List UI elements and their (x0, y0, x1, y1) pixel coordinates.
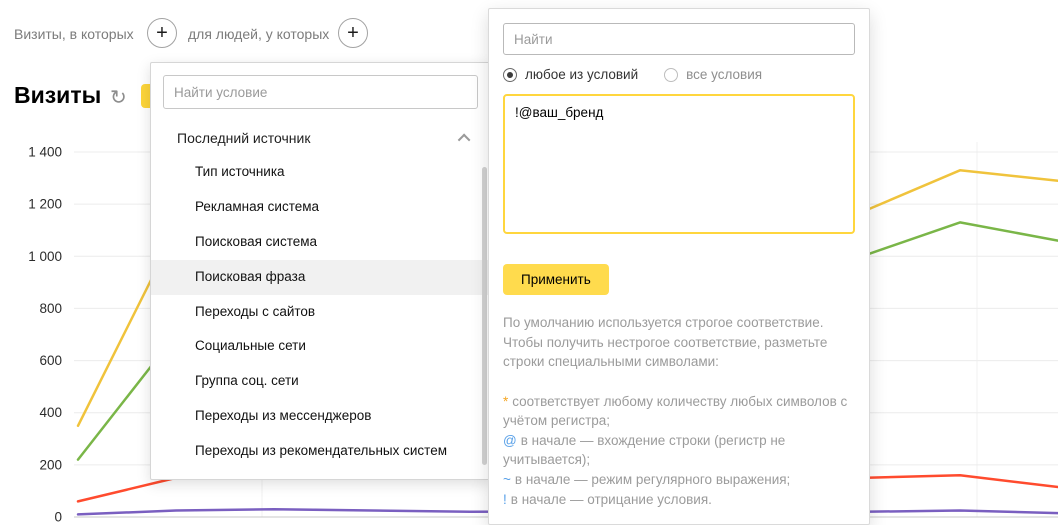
rule-symbol: ~ (503, 472, 511, 487)
rule-symbol: * (503, 394, 508, 409)
plus-icon: + (156, 23, 168, 43)
chevron-up-icon (458, 133, 471, 146)
rule-text: в начале — вхождение строки (регистр не … (503, 433, 785, 468)
y-tick-label: 600 (39, 353, 62, 368)
radio-any-label: любое из условий (525, 67, 638, 82)
radio-all-option[interactable]: все условия (664, 67, 762, 82)
y-tick-label: 1 200 (28, 197, 62, 212)
condition-item[interactable]: Группа соц. сети (151, 364, 490, 399)
visits-filter-label: Визиты, в которых (14, 26, 134, 42)
rule-symbol: @ (503, 433, 517, 448)
apply-button[interactable]: Применить (503, 264, 609, 295)
condition-search-input[interactable] (163, 75, 478, 109)
y-tick-label: 1 000 (28, 249, 62, 264)
condition-value-textarea[interactable] (503, 94, 855, 234)
y-tick-label: 800 (39, 301, 62, 316)
add-visit-condition-button[interactable]: + (147, 18, 177, 48)
rule-line: @в начале — вхождение строки (регистр не… (503, 431, 855, 470)
refresh-icon[interactable]: ↻ (110, 85, 127, 110)
condition-item[interactable]: Поисковая фраза (151, 260, 490, 295)
value-search-input[interactable] (503, 23, 855, 55)
y-tick-label: 0 (54, 510, 62, 525)
page-title: Визиты (14, 82, 101, 109)
plus-icon: + (347, 23, 359, 43)
y-tick-label: 1 400 (28, 145, 62, 160)
condition-item[interactable]: Поисковая система (151, 225, 490, 260)
y-tick-label: 200 (39, 457, 62, 472)
rule-text: соответствует любому количеству любых си… (503, 394, 847, 429)
rule-line: ! в начале — отрицание условия. (503, 490, 855, 510)
rule-line: ~ в начале — режим регулярного выражения; (503, 470, 855, 490)
condition-item[interactable]: Тип источника (151, 155, 490, 190)
radio-selected-icon (503, 68, 517, 82)
rule-line: *соответствует любому количеству любых с… (503, 392, 855, 431)
condition-dropdown: Последний источник Тип источникаРекламна… (150, 62, 491, 480)
match-mode-radios: любое из условий все условия (503, 67, 855, 82)
rule-symbol: ! (503, 492, 507, 507)
dropdown-scrollbar[interactable] (482, 167, 487, 465)
condition-item[interactable]: Социальные сети (151, 329, 490, 364)
y-tick-label: 400 (39, 405, 62, 420)
radio-all-label: все условия (686, 67, 762, 82)
condition-group-label: Последний источник (177, 130, 310, 146)
condition-list: Тип источникаРекламная системаПоисковая … (151, 155, 490, 469)
condition-item[interactable]: Переходы из мессенджеров (151, 399, 490, 434)
rules-list: *соответствует любому количеству любых с… (503, 392, 855, 509)
help-text: По умолчанию используется строгое соотве… (503, 313, 855, 372)
radio-unselected-icon (664, 68, 678, 82)
condition-item[interactable]: Рекламная система (151, 190, 490, 225)
rule-text: в начале — отрицание условия. (511, 492, 712, 507)
metrica-screen: 1 400 1 200 1 000 800 600 400 200 0 Визиты, в к… (0, 0, 1058, 525)
condition-group-last-source[interactable]: Последний источник (151, 121, 490, 155)
rule-text: в начале — режим регулярного выражения; (515, 472, 790, 487)
add-people-condition-button[interactable]: + (338, 18, 368, 48)
condition-value-panel: любое из условий все условия Применить П… (488, 8, 870, 525)
condition-item[interactable]: Переходы из рекомендательных систем (151, 434, 490, 469)
people-filter-label: для людей, у которых (188, 26, 329, 42)
radio-any-option[interactable]: любое из условий (503, 67, 638, 82)
condition-item[interactable]: Переходы с сайтов (151, 295, 490, 330)
